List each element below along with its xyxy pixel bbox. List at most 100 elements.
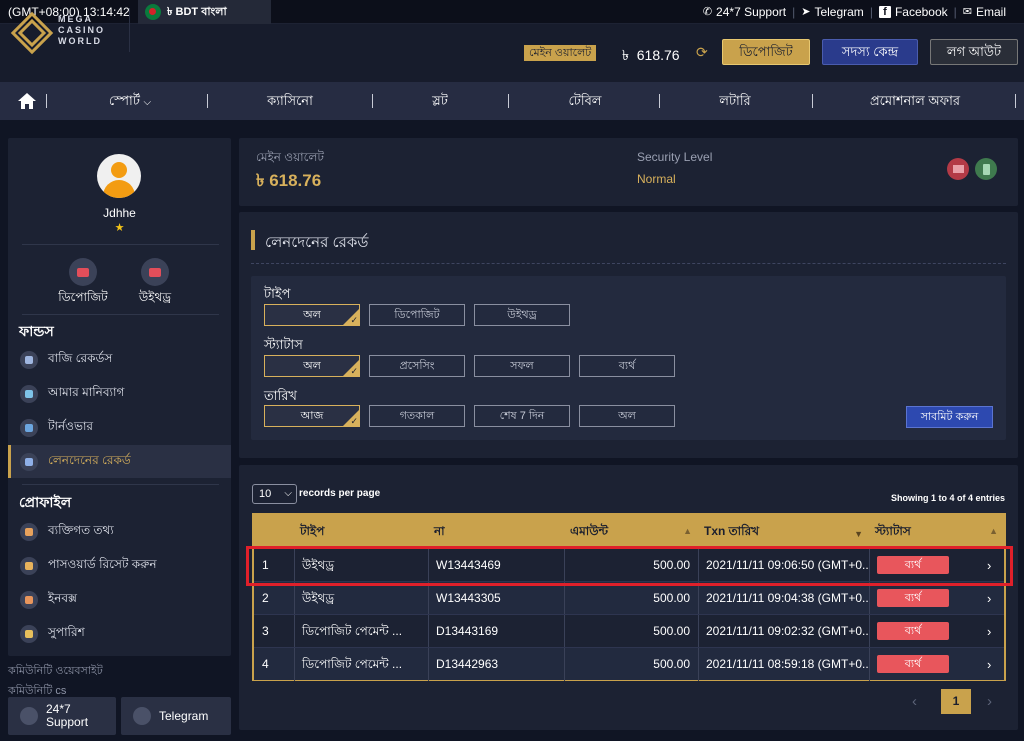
status-processing-option[interactable]: প্রসেসিং: [369, 355, 465, 377]
phone-icon: ✆: [702, 6, 713, 18]
col-status[interactable]: স্ট্যাটাস ▲: [869, 515, 1004, 548]
records-icon: [20, 350, 38, 369]
nav-sports[interactable]: স্পোর্ট ⌵: [90, 82, 170, 120]
row-expand-icon[interactable]: ›: [987, 582, 991, 615]
logo-mark-icon: [10, 11, 48, 49]
support-icon: [20, 707, 38, 725]
header-balance: ৳ 618.76: [622, 47, 680, 63]
col-date[interactable]: Txn তারিখ ▼: [698, 515, 869, 548]
date-today-option[interactable]: আজ: [264, 405, 360, 427]
col-type[interactable]: টাইপ: [294, 515, 428, 548]
row-index: 4: [262, 657, 269, 671]
sidebar: Jdhhe ★ ডিপোজিট উইথড্র ফান্ডস বাজি রেকর্…: [8, 138, 231, 656]
nav-casino[interactable]: ক্যাসিনো: [250, 82, 330, 120]
avatar[interactable]: [97, 154, 141, 198]
email-link[interactable]: ✉ Email: [963, 5, 1006, 19]
col-index: [254, 515, 294, 548]
status-cell: ব্যর্থ ›: [869, 648, 1004, 681]
member-center-button[interactable]: সদস্য কেন্দ্র: [822, 39, 918, 65]
row-index: 2: [262, 591, 269, 605]
sidebar-item-referral[interactable]: সুপারিশ: [8, 617, 231, 650]
status-failed-option[interactable]: ব্যর্থ: [579, 355, 675, 377]
logout-button[interactable]: লগ আউট: [930, 39, 1018, 65]
phone-verify-icon[interactable]: [975, 158, 997, 180]
status-all-option[interactable]: অল: [264, 355, 360, 377]
status-label: স্ট্যাটাস: [264, 337, 303, 352]
email-verify-icon[interactable]: [947, 158, 969, 180]
row-amount: 500.00: [653, 591, 690, 605]
table-row[interactable]: 3 ডিপোজিট পেমেন্ট ... D13443169 500.00 2021/…: [254, 614, 1004, 648]
submit-button[interactable]: সাবমিট করুন: [906, 406, 993, 428]
referral-icon: [20, 624, 38, 643]
deposit-button[interactable]: ডিপোজিট: [722, 39, 810, 65]
pagination-prev[interactable]: ‹: [912, 693, 917, 710]
col-id[interactable]: না: [428, 515, 564, 548]
highlight-box: [246, 546, 1013, 586]
type-deposit-option[interactable]: ডিপোজিট: [369, 304, 465, 326]
nav-slots[interactable]: স্লট: [410, 82, 470, 120]
row-type: উইথড্র: [302, 591, 335, 605]
refresh-icon[interactable]: ⟳: [696, 44, 708, 61]
support-link[interactable]: ✆ 24*7 Support: [703, 5, 786, 19]
nav-promotions[interactable]: প্রমোশনাল অফার: [850, 82, 980, 120]
sidebar-item-bet-records[interactable]: বাজি রেকর্ডস: [8, 343, 231, 376]
wallet-tag: মেইন ওয়ালেট: [524, 45, 597, 61]
security-level-value: Normal: [637, 172, 676, 186]
col-amount[interactable]: এমাউন্ট ▲: [564, 515, 698, 548]
language-selector[interactable]: ৳ BDT বাংলা: [138, 0, 271, 24]
chevron-down-icon: ⌵: [143, 97, 152, 108]
user-icon: [20, 522, 38, 541]
sidebar-item-personal-info[interactable]: ব্যক্তিগত তথ্য: [8, 515, 231, 548]
language-label: ৳ BDT বাংলা: [167, 5, 227, 18]
row-type: ডিপোজিট পেমেন্ট ...: [302, 657, 403, 671]
row-id: D13442963: [436, 657, 499, 671]
records-table: টাইপ না এমাউন্ট ▲ Txn তারিখ ▼ স্ট্যাটাস ▲ 1…: [252, 513, 1006, 681]
wallet-label: মেইন ওয়ালেট: [256, 150, 324, 164]
logo[interactable]: MEGA CASINO WORLD: [10, 8, 130, 52]
telegram-link[interactable]: ➤ Telegram: [801, 5, 864, 19]
type-all-option[interactable]: অল: [264, 304, 360, 326]
type-label: টাইপ: [264, 286, 291, 301]
sidebar-item-my-wallet[interactable]: আমার মানিব্যাগ: [8, 377, 231, 410]
sort-icon: ▲: [683, 526, 692, 536]
pagination-next[interactable]: ›: [987, 693, 992, 710]
quick-deposit-button[interactable]: ডিপোজিট: [53, 258, 113, 309]
row-date: 2021/11/11 09:04:38 (GMT+0...: [706, 591, 869, 605]
date-last7-option[interactable]: শেষ 7 দিন: [474, 405, 570, 427]
telegram-button[interactable]: Telegram: [121, 697, 231, 735]
chevron-down-icon: ⌵: [284, 488, 292, 499]
date-yesterday-option[interactable]: গতকাল: [369, 405, 465, 427]
wallet-panel: [239, 138, 1018, 206]
quick-withdraw-button[interactable]: উইথড্র: [125, 258, 185, 309]
wallet-icon: [20, 384, 38, 403]
status-cell: ব্যর্থ ›: [869, 582, 1004, 615]
row-expand-icon[interactable]: ›: [987, 648, 991, 681]
page-size-select[interactable]: 10 ⌵: [252, 484, 297, 504]
wallet-balance: ৳ 618.76: [256, 171, 322, 190]
document-icon: [20, 452, 38, 471]
funds-heading: ফান্ডস: [19, 323, 54, 339]
flag-icon: [145, 4, 161, 20]
nav-table[interactable]: টেবিল: [550, 82, 620, 120]
date-all-option[interactable]: অল: [579, 405, 675, 427]
sidebar-item-transaction-records[interactable]: লেনদেনের রেকর্ড: [8, 445, 231, 478]
row-expand-icon[interactable]: ›: [987, 615, 991, 648]
support-button[interactable]: 24*7 Support: [8, 697, 116, 735]
type-withdraw-option[interactable]: উইথড্র: [474, 304, 570, 326]
mail-icon: ✉: [962, 6, 972, 18]
nav-lottery[interactable]: লটারি: [700, 82, 770, 120]
table-row[interactable]: 4 ডিপোজিট পেমেন্ট ... D13442963 500.00 2021/…: [254, 647, 1004, 681]
status-success-option[interactable]: সফল: [474, 355, 570, 377]
facebook-link[interactable]: f Facebook: [878, 5, 948, 19]
row-amount: 500.00: [653, 624, 690, 638]
sidebar-item-reset-password[interactable]: পাসওয়ার্ড রিসেট করুন: [8, 549, 231, 582]
row-amount: 500.00: [653, 657, 690, 671]
main-nav: স্পোর্ট ⌵ ক্যাসিনো স্লট টেবিল লটারি প্রম…: [0, 82, 1024, 120]
community-website-link[interactable]: কমিউনিটি ওয়েবসাইট: [8, 662, 103, 681]
row-index: 3: [262, 624, 269, 638]
sidebar-item-turnover[interactable]: টার্নওভার: [8, 411, 231, 444]
top-links: ✆ 24*7 Support | ➤ Telegram | f Facebook | …: [702, 5, 1006, 19]
sidebar-item-inbox[interactable]: ইনবক্স: [8, 583, 231, 616]
pagination-page[interactable]: 1: [941, 689, 971, 714]
home-icon[interactable]: [16, 82, 38, 120]
